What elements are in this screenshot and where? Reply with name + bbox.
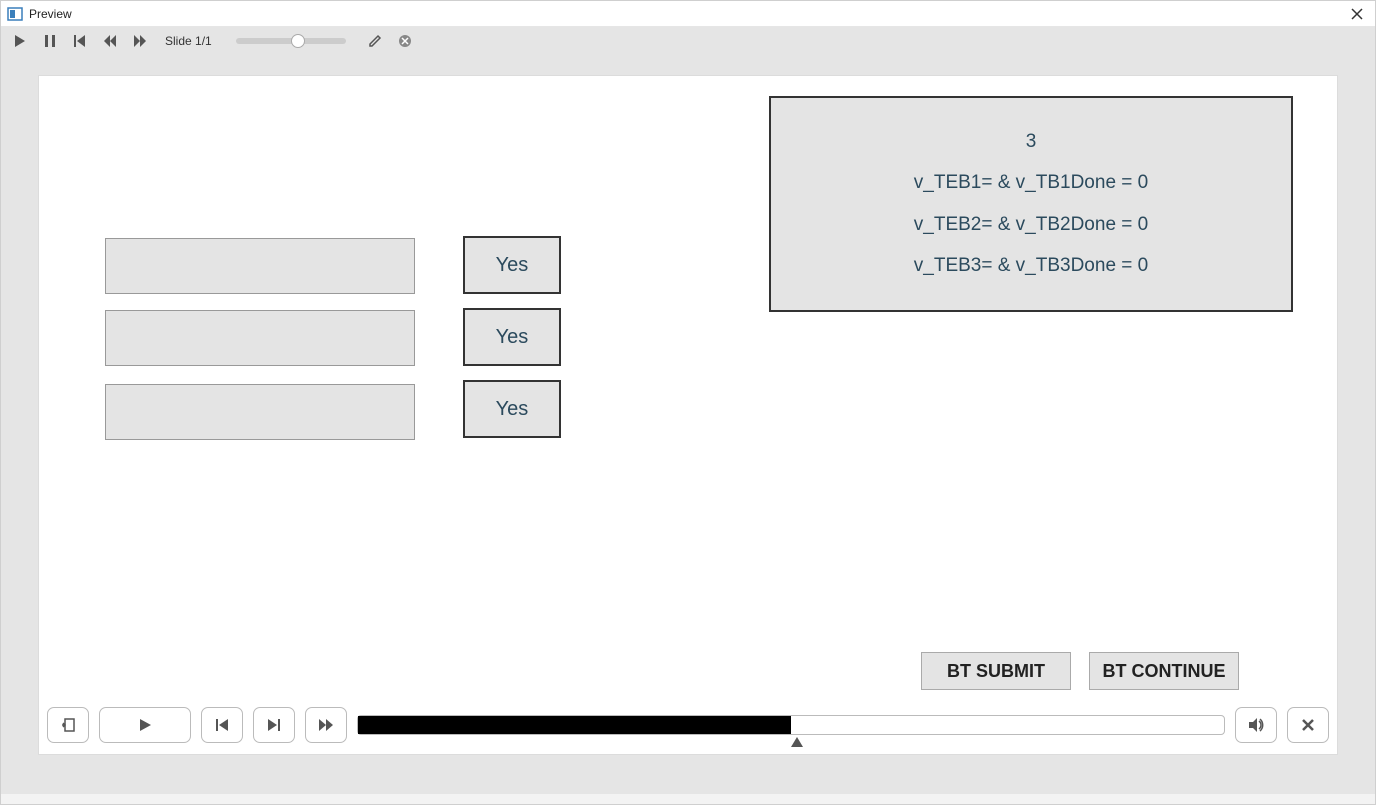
text-input-2[interactable] (105, 310, 415, 366)
pause-icon[interactable] (41, 32, 59, 50)
titlebar: Preview (1, 1, 1375, 27)
first-slide-icon[interactable] (71, 32, 89, 50)
var-line-3: v_TEB3= & v_TB3Done = 0 (914, 255, 1148, 277)
submit-button-label: BT SUBMIT (947, 661, 1045, 682)
taskbar-strip (1, 794, 1375, 804)
pencil-icon[interactable] (366, 32, 384, 50)
canvas-wrap: Yes Yes Yes 3 v_TEB1= & v_TB1Done = 0 v_… (1, 55, 1375, 755)
var-line-2: v_TEB2= & v_TB2Done = 0 (914, 214, 1148, 236)
slide: Yes Yes Yes 3 v_TEB1= & v_TB1Done = 0 v_… (38, 75, 1338, 755)
prev-button[interactable] (201, 707, 243, 743)
seek-bar[interactable] (357, 715, 1225, 735)
exit-button[interactable] (1287, 707, 1329, 743)
playbar (47, 704, 1329, 746)
volume-button[interactable] (1235, 707, 1277, 743)
play-icon[interactable] (11, 32, 29, 50)
yes-button-1-label: Yes (496, 254, 529, 277)
seek-handle[interactable] (791, 734, 803, 744)
continue-button[interactable]: BT CONTINUE (1089, 652, 1239, 690)
submit-button[interactable]: BT SUBMIT (921, 652, 1071, 690)
toc-button[interactable] (47, 707, 89, 743)
fastforward-button[interactable] (305, 707, 347, 743)
playbar-play-button[interactable] (99, 707, 191, 743)
zoom-slider[interactable] (236, 38, 346, 44)
slide-counter: Slide 1/1 (165, 34, 212, 48)
var-count: 3 (1026, 131, 1037, 153)
app-icon (7, 6, 23, 22)
fastforward-icon[interactable] (131, 32, 149, 50)
rewind-icon[interactable] (101, 32, 119, 50)
next-button[interactable] (253, 707, 295, 743)
text-input-3[interactable] (105, 384, 415, 440)
variable-panel: 3 v_TEB1= & v_TB1Done = 0 v_TEB2= & v_TB… (769, 96, 1293, 312)
zoom-slider-thumb[interactable] (291, 34, 305, 48)
yes-button-3[interactable]: Yes (463, 380, 561, 438)
top-toolbar: Slide 1/1 (1, 27, 1375, 55)
yes-button-3-label: Yes (496, 398, 529, 421)
clear-icon[interactable] (396, 32, 414, 50)
workarea: Slide 1/1 Yes Yes (1, 27, 1375, 794)
seek-fill (358, 716, 791, 734)
var-line-1: v_TEB1= & v_TB1Done = 0 (914, 172, 1148, 194)
preview-window: Preview Slide 1/1 (0, 0, 1376, 805)
yes-button-1[interactable]: Yes (463, 236, 561, 294)
text-input-1[interactable] (105, 238, 415, 294)
window-title: Preview (29, 7, 72, 21)
close-icon[interactable] (1345, 4, 1369, 24)
continue-button-label: BT CONTINUE (1103, 661, 1226, 682)
yes-button-2[interactable]: Yes (463, 308, 561, 366)
yes-button-2-label: Yes (496, 326, 529, 349)
